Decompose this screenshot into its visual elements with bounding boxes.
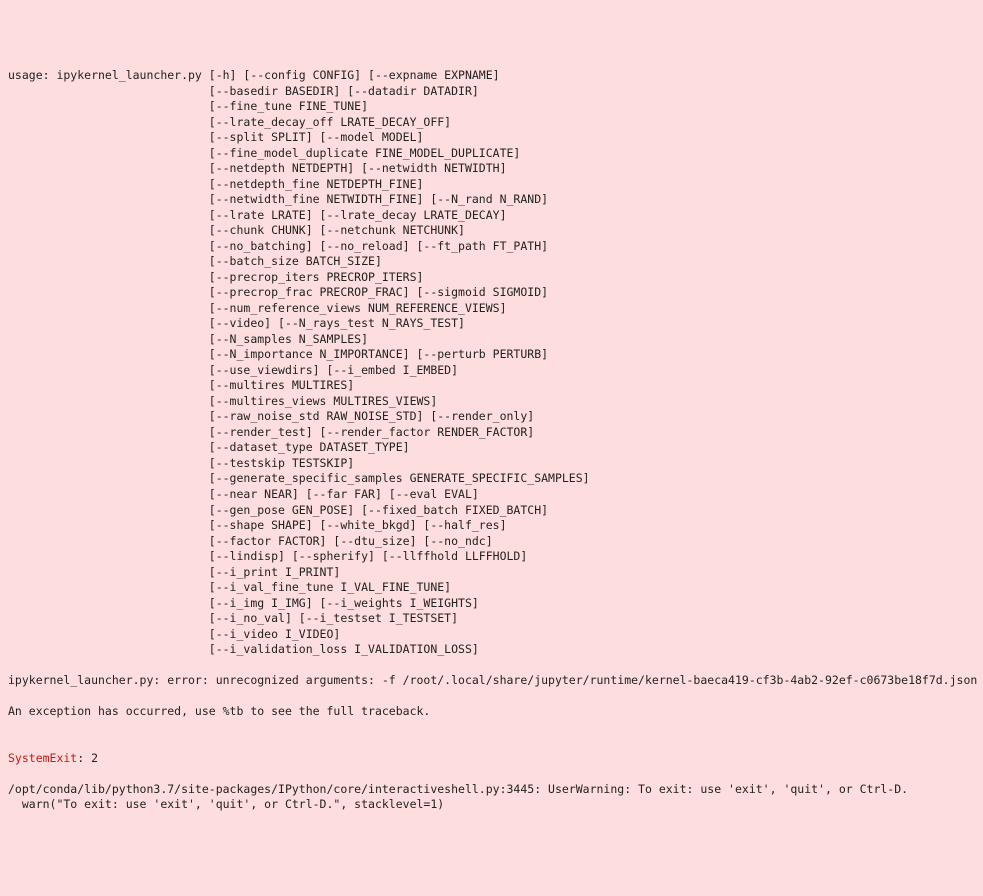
warning-block: /opt/conda/lib/python3.7/site-packages/I…	[8, 782, 975, 813]
exception-name: SystemExit	[8, 751, 77, 765]
stderr-output: usage: ipykernel_launcher.py [-h] [--con…	[8, 68, 975, 813]
usage-block: usage: ipykernel_launcher.py [-h] [--con…	[8, 68, 975, 658]
error-line: ipykernel_launcher.py: error: unrecogniz…	[8, 673, 975, 689]
exception-line: An exception has occurred, use %tb to se…	[8, 704, 975, 720]
exception-sep: :	[77, 751, 91, 765]
systemexit-line: SystemExit: 2	[8, 751, 975, 767]
exception-value: 2	[91, 751, 98, 765]
